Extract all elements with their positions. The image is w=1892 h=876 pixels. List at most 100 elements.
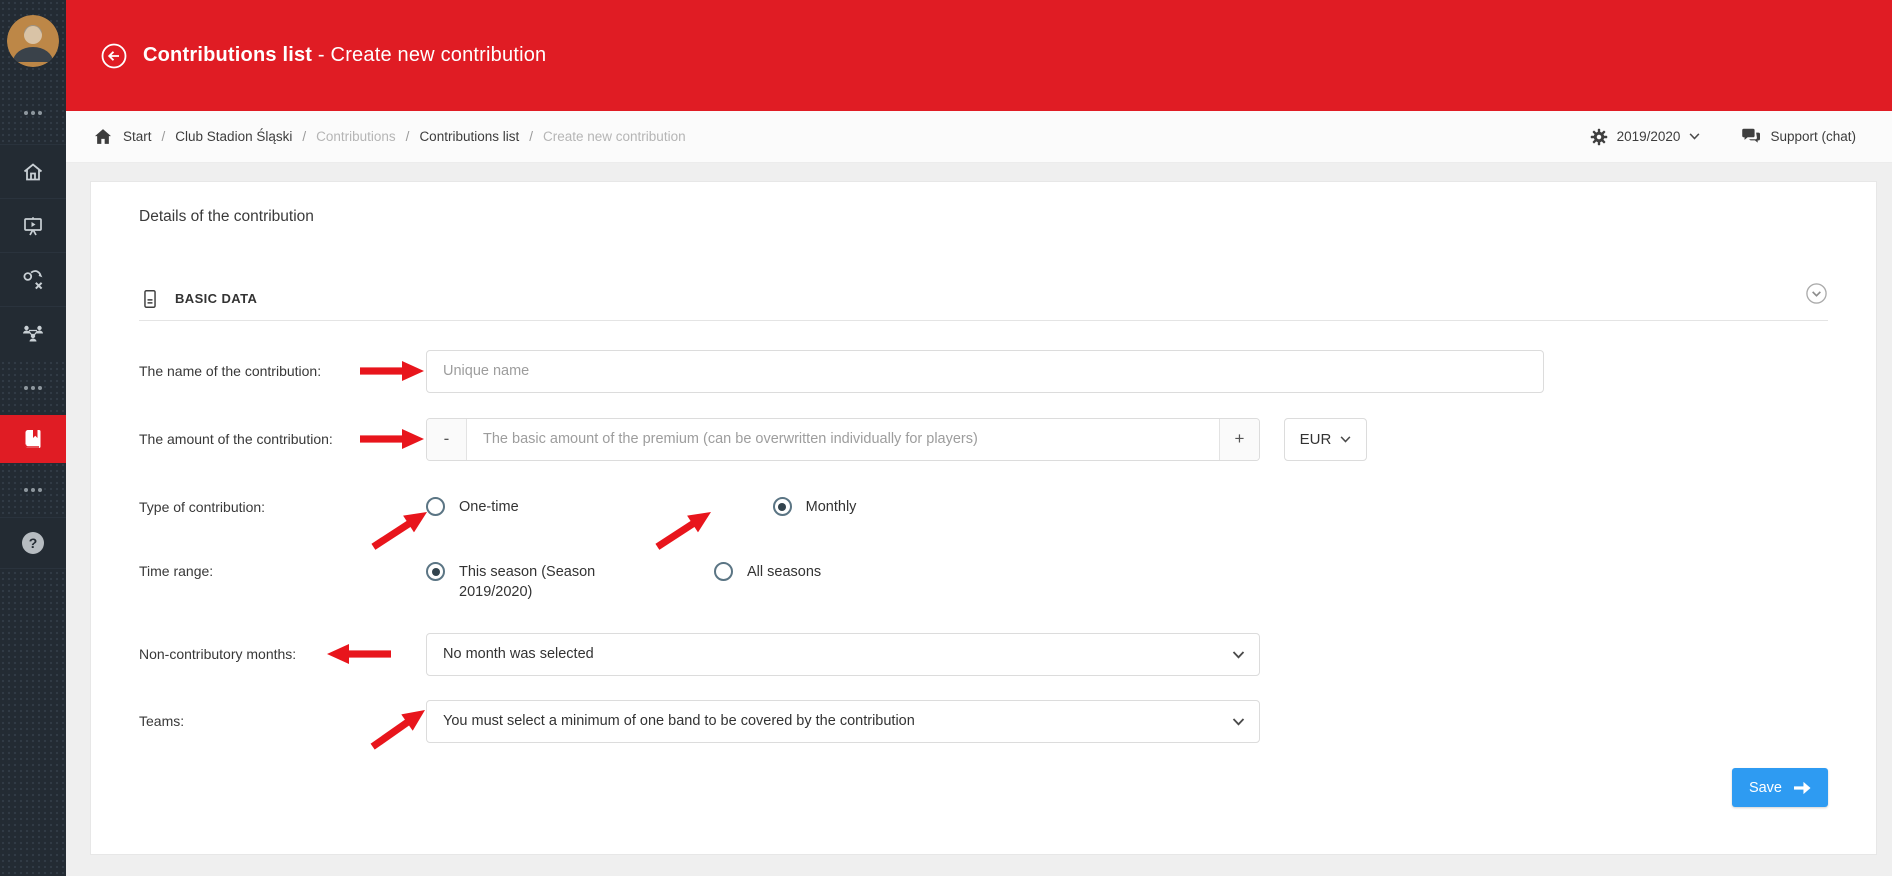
annotation-arrow-diagonal xyxy=(652,504,717,556)
chat-bubbles-icon xyxy=(1742,128,1761,145)
back-button[interactable] xyxy=(100,42,128,70)
breadcrumb-bar: Start / Club Stadion Śląski / Contributi… xyxy=(66,111,1892,163)
radio-all-seasons[interactable]: All seasons xyxy=(714,562,821,582)
type-label: Type of contribution: xyxy=(139,499,426,515)
avatar-photo-icon xyxy=(7,15,59,67)
page-title-primary: Contributions list xyxy=(143,44,312,66)
save-button[interactable]: Save xyxy=(1732,768,1828,807)
breadcrumb-item-create-new: Create new contribution xyxy=(543,129,686,144)
breadcrumb-item-start[interactable]: Start xyxy=(123,129,152,144)
breadcrumb-separator: / xyxy=(302,129,306,144)
breadcrumb-item-contributions: Contributions xyxy=(316,129,396,144)
help-glyph: ? xyxy=(29,535,38,551)
basic-data-section-header: BASIC DATA xyxy=(139,277,1828,321)
contribution-name-input[interactable] xyxy=(426,350,1544,393)
section-title: BASIC DATA xyxy=(175,291,257,306)
radio-monthly[interactable]: Monthly xyxy=(773,497,857,517)
section-collapse-button[interactable] xyxy=(1805,282,1828,305)
chevron-down-icon xyxy=(1232,651,1245,659)
sidebar-item-more-top[interactable] xyxy=(0,88,66,138)
chevron-down-icon xyxy=(1232,718,1245,726)
more-dots-icon xyxy=(24,386,42,390)
radio-circle-checked-icon xyxy=(773,497,792,516)
breadcrumb-separator: / xyxy=(162,129,166,144)
contribution-details-card: Details of the contribution BASIC DATA xyxy=(90,181,1877,855)
breadcrumb-separator: / xyxy=(529,129,533,144)
team-structure-icon xyxy=(21,322,45,346)
chevron-circle-icon xyxy=(1805,282,1828,305)
radio-this-season-label: This season (Season 2019/2020) xyxy=(459,562,609,602)
page-header: Contributions list - Create new contribu… xyxy=(66,0,1892,111)
user-avatar[interactable] xyxy=(0,12,66,70)
home-icon xyxy=(21,160,45,184)
arrow-right-icon xyxy=(1794,781,1811,795)
sidebar-item-trainings[interactable] xyxy=(0,198,66,252)
breadcrumb-item-club[interactable]: Club Stadion Śląski xyxy=(175,129,292,144)
radio-one-time-label: One-time xyxy=(459,497,519,517)
amount-stepper: - + xyxy=(426,418,1260,461)
season-value: 2019/2020 xyxy=(1617,129,1681,144)
more-dots-icon xyxy=(24,111,42,115)
chevron-down-icon xyxy=(1340,436,1351,443)
title-separator: - xyxy=(318,44,325,66)
radio-circle-unchecked-icon xyxy=(714,562,733,581)
season-selector[interactable]: 2019/2020 xyxy=(1590,128,1701,146)
contribution-amount-input[interactable] xyxy=(467,419,1219,460)
card-title: Details of the contribution xyxy=(139,208,314,226)
amount-label: The amount of the contribution: xyxy=(139,431,426,447)
sidebar-item-more-bottom[interactable] xyxy=(0,463,66,517)
page-title: Contributions list - Create new contribu… xyxy=(143,44,546,67)
form-row-name: The name of the contribution: xyxy=(139,349,1828,393)
breadcrumb-item-contributions-list[interactable]: Contributions list xyxy=(419,129,519,144)
teams-select[interactable]: You must select a minimum of one band to… xyxy=(426,700,1260,743)
form-row-amount: The amount of the contribution: - + EUR xyxy=(139,417,1828,461)
form-row-time-range: Time range: This season (Season 2019/202… xyxy=(139,551,1828,619)
back-circle-arrow-icon xyxy=(100,42,128,70)
sidebar-item-more-middle[interactable] xyxy=(0,360,66,415)
time-range-label: Time range: xyxy=(139,563,426,579)
tactics-icon xyxy=(21,268,45,292)
sidebar-item-contributions-active[interactable] xyxy=(0,415,66,463)
breadcrumb-home-icon[interactable] xyxy=(95,129,111,144)
document-icon xyxy=(139,288,161,310)
sidebar-item-team-structure[interactable] xyxy=(0,306,66,360)
teams-label: Teams: xyxy=(139,713,426,729)
gear-icon xyxy=(1590,128,1608,146)
radio-circle-checked-icon xyxy=(426,562,445,581)
radio-all-seasons-label: All seasons xyxy=(747,562,821,582)
training-board-icon xyxy=(21,214,45,238)
radio-monthly-label: Monthly xyxy=(806,497,857,517)
radio-this-season[interactable]: This season (Season 2019/2020) xyxy=(426,562,609,602)
support-chat-link[interactable]: Support (chat) xyxy=(1742,128,1856,145)
main-column: Contributions list - Create new contribu… xyxy=(66,0,1892,876)
form-row-teams: Teams: You must select a minimum of one … xyxy=(139,699,1828,743)
chevron-down-icon xyxy=(1689,133,1700,140)
radio-circle-unchecked-icon xyxy=(426,497,445,516)
currency-select[interactable]: EUR xyxy=(1284,418,1367,461)
amount-decrement-button[interactable]: - xyxy=(427,419,467,460)
support-label: Support (chat) xyxy=(1770,129,1856,144)
sidebar-item-tactics[interactable] xyxy=(0,252,66,306)
help-icon: ? xyxy=(20,530,46,556)
breadcrumb-right-tools: 2019/2020 Support (chat) xyxy=(1590,128,1856,146)
more-dots-icon xyxy=(24,488,42,492)
sidebar: ? xyxy=(0,0,66,876)
non-contributory-months-select[interactable]: No month was selected xyxy=(426,633,1260,676)
app-root: ? Contributions list - Create new contri… xyxy=(0,0,1892,876)
page-title-secondary: Create new contribution xyxy=(331,44,547,66)
save-label: Save xyxy=(1749,780,1782,796)
amount-increment-button[interactable]: + xyxy=(1219,419,1259,460)
breadcrumb-separator: / xyxy=(406,129,410,144)
radio-one-time[interactable]: One-time xyxy=(426,497,519,517)
form-row-non-contributory: Non-contributory months: No month was se… xyxy=(139,632,1828,676)
currency-value: EUR xyxy=(1300,431,1332,448)
non-contributory-months-value: No month was selected xyxy=(443,646,594,662)
name-label: The name of the contribution: xyxy=(139,363,426,379)
sidebar-item-home[interactable] xyxy=(0,144,66,198)
teams-value: You must select a minimum of one band to… xyxy=(443,713,915,729)
form-row-type: Type of contribution: One-time Monthly xyxy=(139,485,1828,529)
non-contributory-label: Non-contributory months: xyxy=(139,646,426,662)
sidebar-item-help[interactable]: ? xyxy=(0,517,66,569)
contributions-book-icon xyxy=(21,427,45,451)
content-area: Details of the contribution BASIC DATA xyxy=(66,163,1892,876)
